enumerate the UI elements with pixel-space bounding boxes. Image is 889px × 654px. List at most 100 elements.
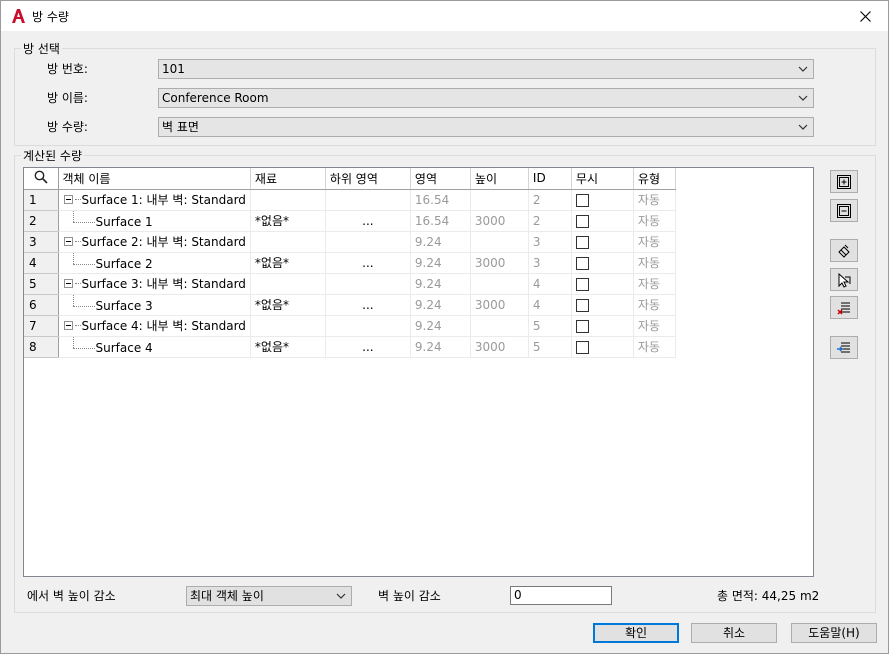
- subarea-cell[interactable]: [325, 315, 411, 337]
- subarea-cell[interactable]: ...: [325, 210, 411, 232]
- reduce-from-combo[interactable]: 최대 객체 높이: [186, 586, 352, 606]
- subarea-cell[interactable]: ...: [325, 252, 411, 274]
- ignore-checkbox[interactable]: [575, 214, 589, 228]
- ignore-cell[interactable]: [571, 189, 634, 211]
- object-name-cell[interactable]: Surface 2: [58, 252, 251, 274]
- ignore-checkbox[interactable]: [575, 298, 589, 312]
- column-header-ignore[interactable]: 무시: [571, 168, 634, 190]
- collapse-node-icon[interactable]: [63, 195, 73, 204]
- column-header-name[interactable]: 객체 이름: [58, 168, 251, 190]
- expand-all-button[interactable]: [830, 170, 858, 193]
- remove-surface-button[interactable]: [830, 296, 858, 319]
- room-quantity-combo[interactable]: 벽 표면: [158, 117, 814, 137]
- object-name: Surface 4: 내부 벽: Standard: [81, 319, 246, 333]
- material-cell[interactable]: *없음*: [250, 252, 326, 274]
- room-name-combo[interactable]: Conference Room: [158, 88, 814, 108]
- ignore-cell[interactable]: [571, 252, 634, 274]
- row-number[interactable]: 6: [24, 294, 59, 316]
- tree-connector: [74, 325, 81, 326]
- table-row[interactable]: 5 Surface 3: 내부 벽: Standard 9.24 4 자동: [24, 273, 684, 295]
- chevron-down-icon: [798, 124, 808, 130]
- row-number[interactable]: 8: [24, 336, 59, 358]
- reduce-input[interactable]: 0: [510, 586, 612, 605]
- ignore-checkbox[interactable]: [575, 319, 589, 333]
- subarea-cell[interactable]: [325, 231, 411, 253]
- column-header-area[interactable]: 영역: [410, 168, 471, 190]
- room-number-combo[interactable]: 101: [158, 59, 814, 79]
- row-number[interactable]: 2: [24, 210, 59, 232]
- id-cell: 3: [528, 252, 572, 274]
- column-header-id[interactable]: ID: [528, 168, 572, 190]
- search-cell[interactable]: [24, 168, 59, 190]
- table-row[interactable]: 3 Surface 2: 내부 벽: Standard 9.24 3 자동: [24, 231, 684, 253]
- material-cell[interactable]: [250, 273, 326, 295]
- remove-surface-icon: [837, 302, 850, 315]
- table-row[interactable]: 2 Surface 1 *없음*... 16.54 3000 2 자동: [24, 210, 684, 232]
- collapse-all-button[interactable]: [830, 199, 858, 222]
- material-cell[interactable]: [250, 189, 326, 211]
- select-objects-button[interactable]: [830, 239, 858, 262]
- filler-cell: [675, 252, 684, 273]
- column-header-type[interactable]: 유형: [633, 168, 676, 190]
- row-number[interactable]: 4: [24, 252, 59, 274]
- object-name-cell[interactable]: Surface 1: 내부 벽: Standard: [58, 189, 251, 211]
- row-number[interactable]: 3: [24, 231, 59, 253]
- ok-button[interactable]: 확인: [593, 623, 679, 643]
- material-cell[interactable]: *없음*: [250, 210, 326, 232]
- column-header-material[interactable]: 재료: [250, 168, 326, 190]
- object-name-cell[interactable]: Surface 2: 내부 벽: Standard: [58, 231, 251, 253]
- ignore-cell[interactable]: [571, 294, 634, 316]
- table-row[interactable]: 8 Surface 4 *없음*... 9.24 3000 5 자동: [24, 336, 684, 358]
- material-cell[interactable]: *없음*: [250, 294, 326, 316]
- type-cell: 자동: [633, 336, 676, 358]
- collapse-node-icon[interactable]: [63, 321, 73, 330]
- filler-cell: [675, 189, 684, 210]
- ignore-checkbox[interactable]: [575, 256, 589, 270]
- subarea-cell[interactable]: ...: [325, 294, 411, 316]
- material-cell[interactable]: [250, 315, 326, 337]
- object-name-cell[interactable]: Surface 3: [58, 294, 251, 316]
- ignore-cell[interactable]: [571, 210, 634, 232]
- cancel-button[interactable]: 취소: [691, 623, 777, 643]
- chevron-down-icon: [336, 593, 346, 599]
- subarea-cell[interactable]: [325, 189, 411, 211]
- subarea-cell[interactable]: ...: [325, 336, 411, 358]
- object-name-cell[interactable]: Surface 3: 내부 벽: Standard: [58, 273, 251, 295]
- material-cell[interactable]: *없음*: [250, 336, 326, 358]
- ignore-checkbox[interactable]: [575, 340, 589, 354]
- material-cell[interactable]: [250, 231, 326, 253]
- column-header-height[interactable]: 높이: [470, 168, 529, 190]
- object-name-cell[interactable]: Surface 4: 내부 벽: Standard: [58, 315, 251, 337]
- area-cell: 16.54: [410, 189, 471, 211]
- subarea-cell[interactable]: [325, 273, 411, 295]
- object-name-cell[interactable]: Surface 4: [58, 336, 251, 358]
- table-row[interactable]: 4 Surface 2 *없음*... 9.24 3000 3 자동: [24, 252, 684, 274]
- row-number[interactable]: 5: [24, 273, 59, 295]
- collapse-node-icon[interactable]: [63, 279, 73, 288]
- import-button[interactable]: [830, 336, 858, 359]
- table-row[interactable]: 1 Surface 1: 내부 벽: Standard 16.54 2 자동: [24, 189, 684, 211]
- filler-cell: [675, 231, 684, 252]
- help-button[interactable]: 도움말(H): [791, 623, 877, 643]
- ignore-cell[interactable]: [571, 315, 634, 337]
- ignore-checkbox[interactable]: [575, 235, 589, 249]
- ignore-cell[interactable]: [571, 336, 634, 358]
- ignore-checkbox[interactable]: [575, 193, 589, 207]
- ignore-cell[interactable]: [571, 273, 634, 295]
- ignore-cell[interactable]: [571, 231, 634, 253]
- pick-surface-icon: [838, 272, 851, 288]
- quantity-grid[interactable]: 객체 이름 재료 하위 영역 영역 높이 ID 무시 유형 1 Surface 1…: [23, 167, 814, 577]
- table-row[interactable]: 7 Surface 4: 내부 벽: Standard 9.24 5 자동: [24, 315, 684, 337]
- close-button[interactable]: [842, 1, 888, 31]
- object-name-cell[interactable]: Surface 1: [58, 210, 251, 232]
- row-number[interactable]: 7: [24, 315, 59, 337]
- tree-connector: [72, 294, 74, 307]
- column-header-subarea[interactable]: 하위 영역: [325, 168, 411, 190]
- row-number[interactable]: 1: [24, 189, 59, 211]
- collapse-node-icon[interactable]: [63, 237, 73, 246]
- pick-surface-button[interactable]: [830, 268, 858, 291]
- table-row[interactable]: 6 Surface 3 *없음*... 9.24 3000 4 자동: [24, 294, 684, 316]
- ignore-checkbox[interactable]: [575, 277, 589, 291]
- room-name-value: Conference Room: [162, 91, 269, 105]
- window-title: 방 수량: [32, 10, 69, 24]
